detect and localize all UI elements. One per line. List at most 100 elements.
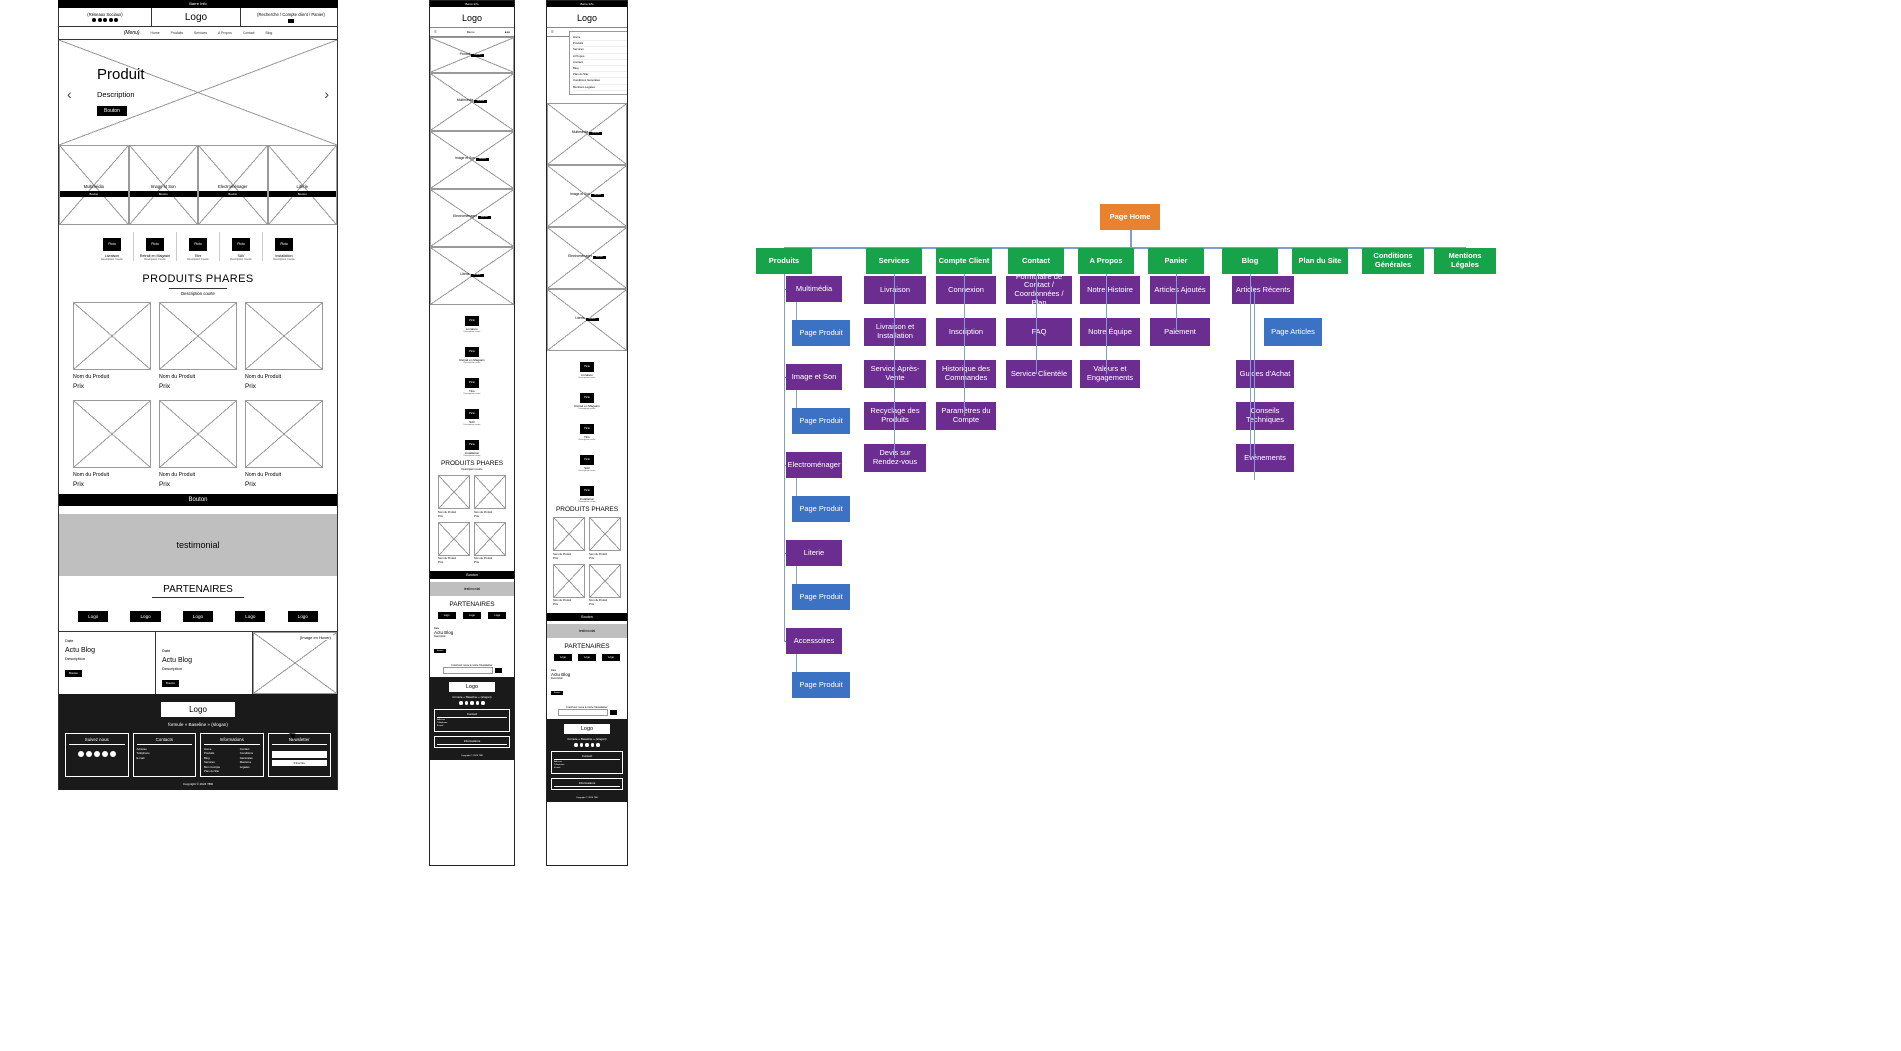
sitemap-node-ev-nements[interactable]: Evénements <box>1236 444 1294 472</box>
category-button[interactable]: Bouton <box>129 190 197 197</box>
mobile-cat-button[interactable]: Bouton <box>589 131 603 135</box>
footer-link[interactable]: Plan du Site <box>204 769 224 773</box>
news-button[interactable]: Bouton <box>65 669 82 677</box>
tablet-cta-button[interactable]: Bouton <box>430 571 514 579</box>
sitemap-node-services[interactable]: Services <box>866 248 922 274</box>
social-icons[interactable] <box>430 701 514 705</box>
sitemap-node-paiement[interactable]: Paiement <box>1150 318 1210 346</box>
newsletter-input[interactable] <box>271 751 327 758</box>
mobile-cta-button[interactable]: Bouton <box>547 613 627 621</box>
news-button[interactable]: Bouton <box>162 679 179 687</box>
footer-link[interactable]: Mentions Légales <box>240 760 260 769</box>
category-button[interactable]: Bouton <box>268 190 336 197</box>
mobile-logo[interactable]: Logo <box>547 7 627 27</box>
product-card[interactable]: Nom du Produit Prix <box>245 400 323 488</box>
product-card[interactable]: Nom du Produit Prix <box>553 563 585 606</box>
tablet-cat-button[interactable]: Bouton <box>476 157 490 161</box>
service-item[interactable]: Picto SAV Description Courte <box>219 231 262 261</box>
main-nav[interactable]: (Menu) Home Produits Services A Propos C… <box>58 27 338 40</box>
sitemap-node-notre-histoire[interactable]: Notre Histoire <box>1080 276 1140 304</box>
product-card[interactable]: Nom du Produit Prix <box>589 517 621 560</box>
mobile-service-item[interactable]: Picto Installation Description courte <box>547 475 627 506</box>
partner-logo[interactable]: Logo <box>554 654 572 661</box>
category-tile-image-son[interactable]: Image et Son Bouton <box>128 145 198 225</box>
mobile-service-item[interactable]: Picto Titre Description courte <box>547 413 627 444</box>
footer-logo[interactable]: Logo <box>564 724 610 734</box>
sitemap-node-page-produit[interactable]: Page Produit <box>792 320 850 346</box>
tablet-cat-multimedia[interactable]: Multimédia Bouton <box>430 73 514 131</box>
carousel-next-icon[interactable]: › <box>324 86 329 102</box>
newsletter-submit-button[interactable] <box>609 710 617 715</box>
partner-logo[interactable]: Logo <box>287 611 318 622</box>
mobile-news-card[interactable]: Date Actu Blog Description Bouton <box>547 665 627 702</box>
product-card[interactable]: Nom du Produit Prix <box>73 302 151 390</box>
mobile-service-item[interactable]: Picto Livraison Description courte <box>547 351 627 382</box>
tablet-cat-image-son[interactable]: Image et Son Bouton <box>430 131 514 189</box>
sitemap-node-inscription[interactable]: Inscription <box>936 318 996 346</box>
sitemap-node-articles-r-cents[interactable]: Articles Récents <box>1232 276 1294 304</box>
sitemap-node-conseils-techniques[interactable]: Conseils Techniques <box>1236 402 1294 430</box>
sitemap-node-contact[interactable]: Contact <box>1008 248 1064 274</box>
tablet-cat-button[interactable]: Bouton <box>471 53 485 57</box>
footer-link[interactable]: Conditions Générales <box>240 751 260 760</box>
tablet-cat-button[interactable]: Bouton <box>477 215 491 219</box>
sitemap-node-panier[interactable]: Panier <box>1148 248 1204 274</box>
product-card[interactable]: Nom du Produit Prix <box>245 302 323 390</box>
sitemap-node-faq[interactable]: FAQ <box>1006 318 1072 346</box>
sitemap-node-accessoires[interactable]: Accessoires <box>786 628 842 654</box>
tablet-menu-bar[interactable]: ☰ Menu ●●● <box>430 27 514 37</box>
sitemap-node-page-produit[interactable]: Page Produit <box>792 672 850 698</box>
product-card[interactable]: Nom du Produit Prix <box>159 302 237 390</box>
partner-logo[interactable]: Logo <box>130 611 161 622</box>
footer-link[interactable]: E-mail <box>437 725 507 728</box>
sitemap-node-page-articles[interactable]: Page Articles <box>1264 318 1322 346</box>
sitemap-node-page-produit[interactable]: Page Produit <box>792 496 850 522</box>
sitemap-node-formulaire-de-contact-coordonn-es-plan[interactable]: Formulaire de Contact / Coordonnées / Pl… <box>1006 272 1072 306</box>
mobile-cat-electromenager[interactable]: Electroménager Bouton <box>547 227 627 289</box>
sitemap-node-valeurs-et-engagements[interactable]: Valeurs et Engagements <box>1080 360 1140 388</box>
partner-logo[interactable]: Logo <box>235 611 266 622</box>
carousel-prev-icon[interactable]: ‹ <box>67 86 72 102</box>
tablet-logo[interactable]: Logo <box>430 7 514 27</box>
product-card[interactable]: Nom du Produit Prix <box>474 521 506 564</box>
category-button[interactable]: Bouton <box>60 190 128 197</box>
sitemap-node-page-produit[interactable]: Page Produit <box>792 584 850 610</box>
product-card[interactable]: Nom du Produit Prix <box>159 400 237 488</box>
tablet-icons[interactable]: ●●● <box>505 30 510 34</box>
sitemap-node-param-tres-du-compte[interactable]: Paramètres du Compte <box>936 402 996 430</box>
category-button[interactable]: Bouton <box>199 190 267 197</box>
nav-item-apropos[interactable]: A Propos <box>218 31 232 35</box>
newsletter-input[interactable] <box>442 667 493 674</box>
partner-logo[interactable]: Logo <box>602 654 620 661</box>
news-button[interactable]: Bouton <box>434 649 447 653</box>
tablet-cat-electromenager[interactable]: Electroménager Bouton <box>430 189 514 247</box>
service-item[interactable]: Picto Retrait en Magasin Description Cou… <box>133 231 176 261</box>
sitemap-node-electrom-nager[interactable]: Electroménager <box>786 452 842 478</box>
account-search-area[interactable]: (Recherche / Compte client / Panier) <box>241 8 337 26</box>
newsletter-submit-button[interactable]: S'inscrire <box>271 760 327 766</box>
sitemap-node-page-home[interactable]: Page Home <box>1100 204 1160 230</box>
sitemap-node-literie[interactable]: Literie <box>786 540 842 566</box>
newsletter-form[interactable] <box>547 709 627 716</box>
sitemap-node-image-et-son[interactable]: Image et Son <box>786 364 842 390</box>
sitemap-node-a-propos[interactable]: A Propos <box>1078 248 1134 274</box>
sitemap-node-conditions-g-n-rales[interactable]: Conditions Générales <box>1362 248 1424 274</box>
footer-link[interactable]: E-mail <box>554 767 620 770</box>
tablet-service-item[interactable]: Picto Retrait en Magasin Description cou… <box>430 336 514 367</box>
tablet-service-item[interactable]: Picto SAV Description courte <box>430 398 514 429</box>
nav-item-services[interactable]: Services <box>194 31 207 35</box>
product-card[interactable]: Nom du Produit Prix <box>438 521 470 564</box>
sitemap-node-articles-ajout-s[interactable]: Articles Ajoutés <box>1150 276 1210 304</box>
category-tile-literie[interactable]: Literie Bouton <box>267 145 337 225</box>
newsletter-form[interactable] <box>430 667 514 674</box>
hero-button[interactable]: Bouton <box>97 106 127 116</box>
newsletter-input[interactable] <box>557 709 608 716</box>
featured-cta-button[interactable]: Bouton <box>59 494 337 506</box>
footer-logo[interactable]: Logo <box>161 702 235 717</box>
service-item[interactable]: Picto Livraison Description Courte <box>91 232 133 261</box>
tablet-service-item[interactable]: Picto Installation Description courte <box>430 429 514 460</box>
service-item[interactable]: Picto Installation Description Courte <box>262 231 305 261</box>
sitemap-node-blog[interactable]: Blog <box>1222 248 1278 274</box>
tablet-hero[interactable]: Produit Bouton <box>430 37 514 73</box>
hamburger-icon[interactable]: ☰ <box>551 30 554 34</box>
